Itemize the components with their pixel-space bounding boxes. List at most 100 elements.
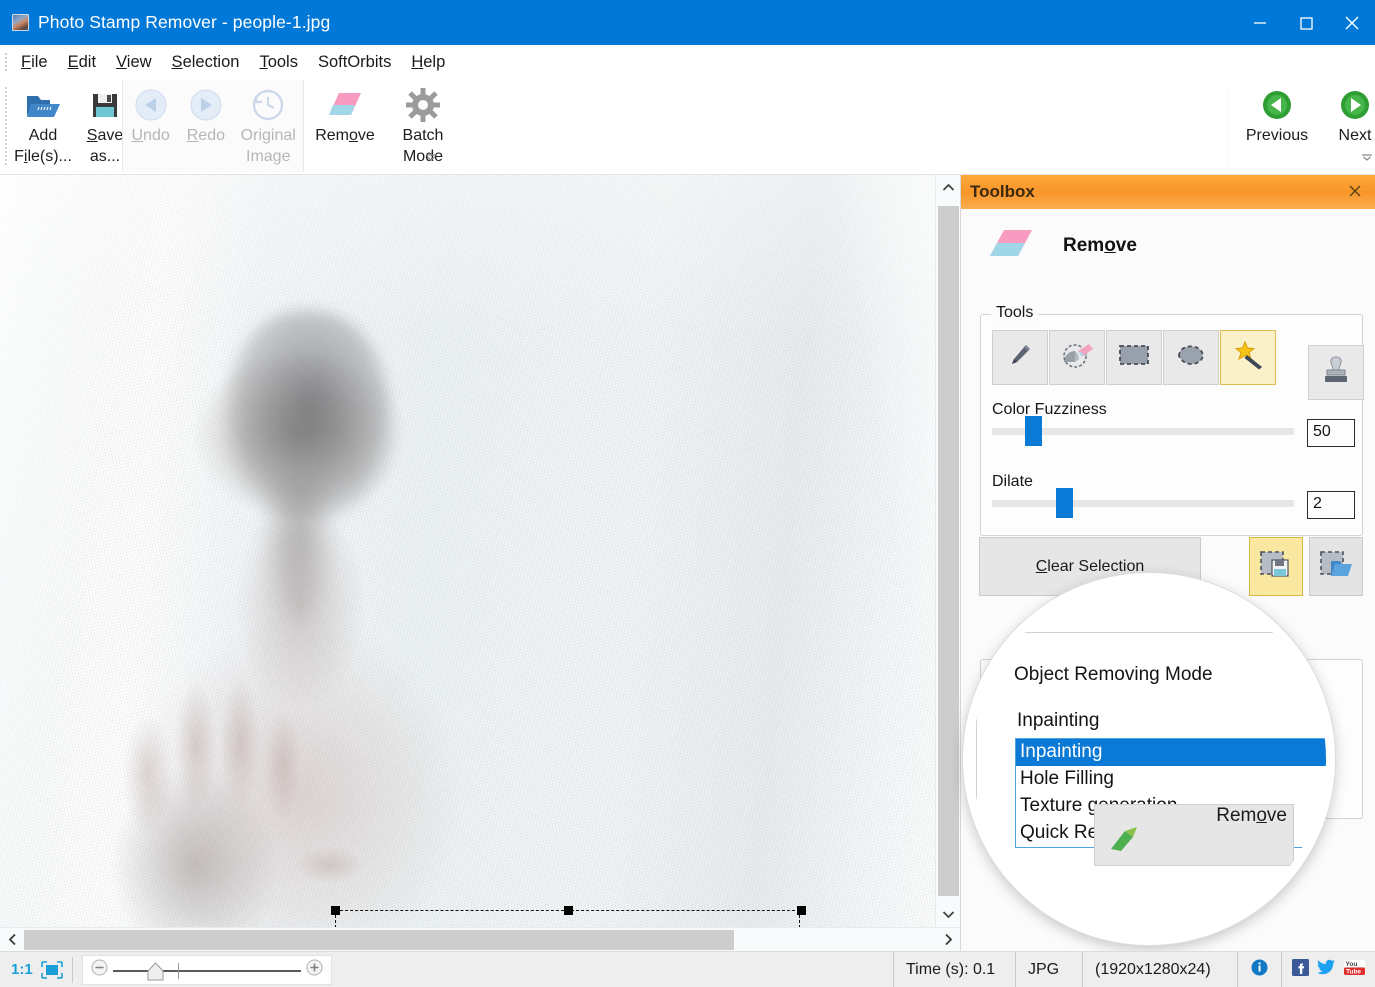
nav-overflow-chevron-icon[interactable] [1360,150,1374,164]
toolbar-action-group: Remove Batch Mode [306,80,462,172]
fit-to-window-icon[interactable] [40,960,63,979]
batch-mode-button[interactable]: Batch Mode [384,80,462,167]
vertical-scroll-thumb[interactable] [938,206,959,896]
redo-button[interactable]: Redo [178,80,233,146]
eraser-icon [986,226,1036,266]
window-title: Photo Stamp Remover - people-1.jpg [38,12,331,32]
scroll-up-icon[interactable] [936,175,961,200]
remove-button[interactable]: Remove [306,80,384,146]
dilate-track[interactable] [992,488,1294,518]
magnified-remove-icon [1103,823,1145,860]
youtube-icon[interactable]: You Tube [1344,959,1365,981]
horizontal-scroll-track[interactable] [24,928,936,952]
menu-item-view[interactable]: View [106,49,161,75]
tools-group: Tools Color Fuzziness 50 Dilate 2 [980,304,1364,536]
menu-item-selection[interactable]: Selection [162,49,250,75]
lasso-icon [1174,341,1208,374]
menu-item-edit[interactable]: Edit [58,49,106,75]
application-window: Photo Stamp Remover - people-1.jpg File … [0,0,1375,987]
magnifier-content: Object Removing Mode Inpainting Inpainti… [972,582,1326,936]
vertical-scroll-track[interactable] [936,200,961,902]
menu-item-softorbits[interactable]: SoftOrbits [308,49,401,75]
color-fuzziness-value[interactable]: 50 [1307,419,1355,447]
toolbox-title: Toolbox [970,182,1035,201]
close-icon[interactable] [1344,180,1366,202]
undo-arrow-icon [134,86,168,124]
menu-item-file[interactable]: File [11,49,58,75]
magnified-remove-label: Remove [1216,805,1287,826]
facebook-icon[interactable] [1292,958,1309,981]
original-image-button[interactable]: Original Image [234,80,304,167]
curtain-sheen [0,175,935,927]
svg-text:Tube: Tube [1346,968,1361,975]
original-image-label: Original Image [240,127,296,165]
menu-bar: File Edit View Selection Tools SoftOrbit… [0,45,1375,78]
twitter-icon[interactable] [1317,959,1336,980]
previous-button[interactable]: Previous [1238,80,1316,146]
dilate-value[interactable]: 2 [1307,491,1355,519]
previous-label: Previous [1245,127,1309,144]
zoom-slider[interactable] [81,954,332,986]
toolbar-nav-group: Previous Next [1238,80,1375,172]
clock-history-icon [251,86,285,124]
rectangle-select-tool[interactable] [1106,330,1162,385]
zoom-slider-track[interactable] [112,969,301,972]
zoom-ratio-button[interactable]: 1:1 [11,961,33,978]
menu-grip-icon [4,51,8,72]
magnified-remove-button[interactable]: Remove [1094,804,1294,866]
floppy-save-icon [90,86,120,124]
toolbox-header: Toolbox [961,175,1375,209]
eraser-tool[interactable] [1049,330,1105,385]
magic-wand-icon [1231,340,1265,375]
remove-section-header: Remove [986,226,1137,266]
object-removing-mode-combo[interactable]: Inpainting [1017,710,1099,732]
clear-selection-label: Clear Selection [1035,557,1145,575]
image-canvas[interactable]: Censored [0,175,960,951]
dilate-label: Dilate [992,473,1033,490]
overflow-chevron-icon[interactable] [424,150,438,164]
redo-arrow-icon [189,86,223,124]
next-label: Next [1338,127,1372,144]
canvas-horizontal-scrollbar[interactable] [0,927,960,951]
minimize-icon[interactable] [1237,0,1283,45]
color-fuzziness-knob[interactable] [1025,416,1042,446]
next-arrow-icon [1340,86,1370,124]
status-time: Time (s): 0.1 [893,951,1015,987]
dilate-knob[interactable] [1056,488,1073,518]
previous-arrow-icon [1262,86,1292,124]
horizontal-scroll-thumb[interactable] [24,929,734,950]
status-dimensions: (1920x1280x24) [1082,951,1237,987]
maximize-icon[interactable] [1283,0,1329,45]
scroll-right-icon[interactable] [936,928,960,952]
option-inpainting[interactable]: Inpainting [1016,739,1326,766]
tool-buttons-row [992,330,1364,400]
canvas-vertical-scrollbar[interactable] [935,175,960,927]
status-divider [71,956,73,983]
zoom-out-icon[interactable] [91,959,108,981]
marker-tool[interactable] [992,330,1048,385]
undo-button[interactable]: Undo [123,80,178,146]
info-button[interactable] [1237,951,1281,987]
close-icon[interactable] [1329,0,1375,45]
info-icon [1251,959,1268,981]
eraser-icon [1060,340,1094,375]
zoom-slider-thumb[interactable] [147,961,164,986]
eraser-icon [325,86,365,124]
title-bar: Photo Stamp Remover - people-1.jpg [0,0,1375,45]
add-files-button[interactable]: Add File(s)... [12,80,74,167]
rectangle-icon [1117,342,1151,373]
load-selection-icon [1319,549,1353,584]
scroll-down-icon[interactable] [936,902,961,927]
menu-item-tools[interactable]: Tools [249,49,308,75]
photo-image[interactable] [0,175,935,927]
zoom-in-icon[interactable] [306,959,323,981]
menu-item-help[interactable]: Help [401,49,455,75]
lasso-tool[interactable] [1163,330,1219,385]
scroll-left-icon[interactable] [0,928,24,952]
magnifier-lens: Object Removing Mode Inpainting Inpainti… [963,573,1335,945]
next-button[interactable]: Next [1316,80,1375,146]
color-fuzziness-track[interactable] [992,416,1294,446]
option-hole-filling[interactable]: Hole Filling [1016,766,1326,793]
magic-wand-tool[interactable] [1220,330,1276,385]
stamp-tool[interactable] [1308,345,1364,400]
